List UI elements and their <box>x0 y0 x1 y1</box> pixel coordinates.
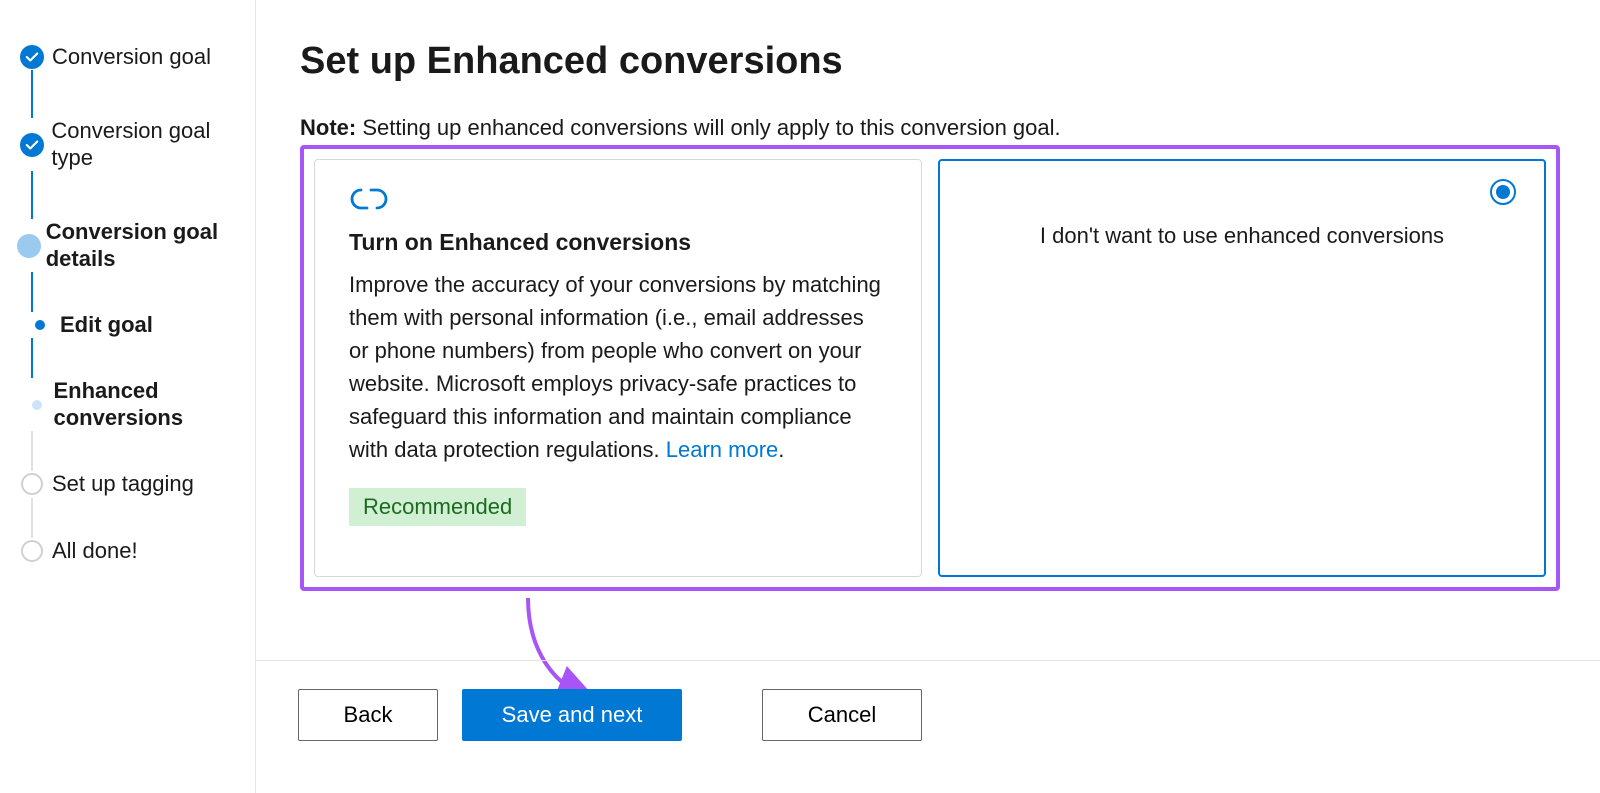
footer-buttons: Back Save and next Cancel <box>256 660 1600 741</box>
page-title: Set up Enhanced conversions <box>300 40 1560 83</box>
main-panel: Set up Enhanced conversions Note: Settin… <box>256 0 1600 793</box>
step-label: Conversion goal details <box>46 219 255 272</box>
current-step-icon <box>12 234 46 258</box>
step-label: Conversion goal type <box>51 118 255 171</box>
note-prefix: Note: <box>300 115 356 140</box>
learn-more-link[interactable]: Learn more <box>666 437 779 462</box>
note-body: Setting up enhanced conversions will onl… <box>356 115 1060 140</box>
step-label: Edit goal <box>60 312 153 338</box>
step-conversion-goal-type[interactable]: Conversion goal type <box>12 118 255 171</box>
card-title: Turn on Enhanced conversions <box>349 229 887 256</box>
step-conversion-goal[interactable]: Conversion goal <box>12 44 255 70</box>
step-label: Enhanced conversions <box>53 378 255 431</box>
dot-icon <box>20 400 53 410</box>
cancel-button[interactable]: Cancel <box>762 689 922 741</box>
recommended-badge: Recommended <box>349 488 526 526</box>
step-label: All done! <box>52 538 138 564</box>
step-conversion-goal-details[interactable]: Conversion goal details <box>12 219 255 272</box>
highlighted-option-area: Turn on Enhanced conversions Improve the… <box>300 145 1560 591</box>
step-all-done[interactable]: All done! <box>12 538 255 564</box>
back-button[interactable]: Back <box>298 689 438 741</box>
step-set-up-tagging[interactable]: Set up tagging <box>12 471 255 497</box>
save-and-next-button[interactable]: Save and next <box>462 689 682 741</box>
link-icon <box>349 186 887 217</box>
radio-icon <box>1490 179 1516 205</box>
card-title: I don't want to use enhanced conversions <box>968 223 1516 249</box>
dot-icon <box>20 320 60 330</box>
card-body-text: Improve the accuracy of your conversions… <box>349 272 881 462</box>
card-body: Improve the accuracy of your conversions… <box>349 268 887 466</box>
card-turn-on-enhanced[interactable]: Turn on Enhanced conversions Improve the… <box>314 159 922 577</box>
step-label: Conversion goal <box>52 44 211 70</box>
step-label: Set up tagging <box>52 471 194 497</box>
empty-step-icon <box>12 473 52 495</box>
substep-enhanced-conversions[interactable]: Enhanced conversions <box>12 378 255 431</box>
note-text: Note: Setting up enhanced conversions wi… <box>300 115 1560 141</box>
check-icon <box>12 45 52 69</box>
card-dont-use-enhanced[interactable]: I don't want to use enhanced conversions <box>938 159 1546 577</box>
radio-selected[interactable] <box>968 179 1516 205</box>
substep-edit-goal[interactable]: Edit goal <box>12 312 255 338</box>
empty-step-icon <box>12 540 52 562</box>
sidebar: Conversion goal Conversion goal type Con… <box>0 0 256 793</box>
check-icon <box>12 133 51 157</box>
